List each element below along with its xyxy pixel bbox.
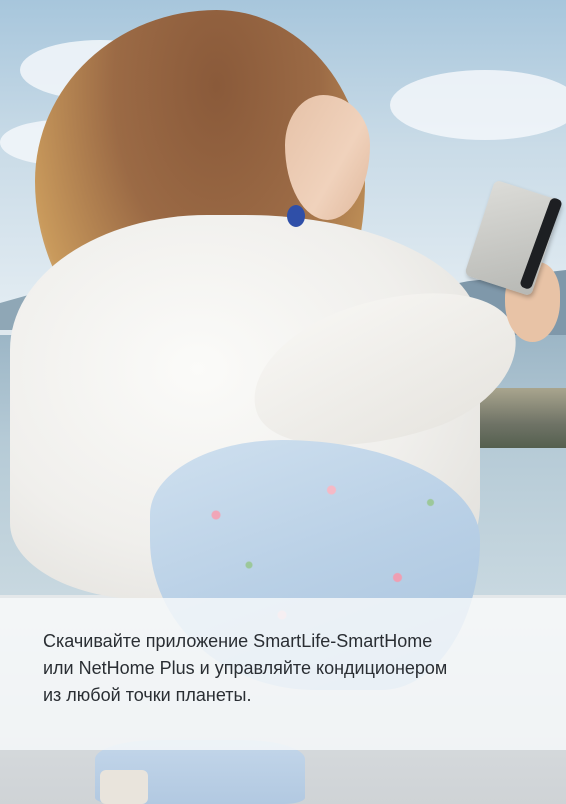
earring <box>287 205 305 227</box>
shoe <box>100 770 148 804</box>
promo-caption: Скачивайте приложение SmartLife-SmartHom… <box>43 628 566 709</box>
cloud <box>390 70 566 140</box>
caption-line: из любой точки планеты. <box>43 685 252 705</box>
caption-line: или NetHome Plus и управляйте кондиционе… <box>43 658 448 678</box>
caption-line: Скачивайте приложение SmartLife-SmartHom… <box>43 631 433 651</box>
